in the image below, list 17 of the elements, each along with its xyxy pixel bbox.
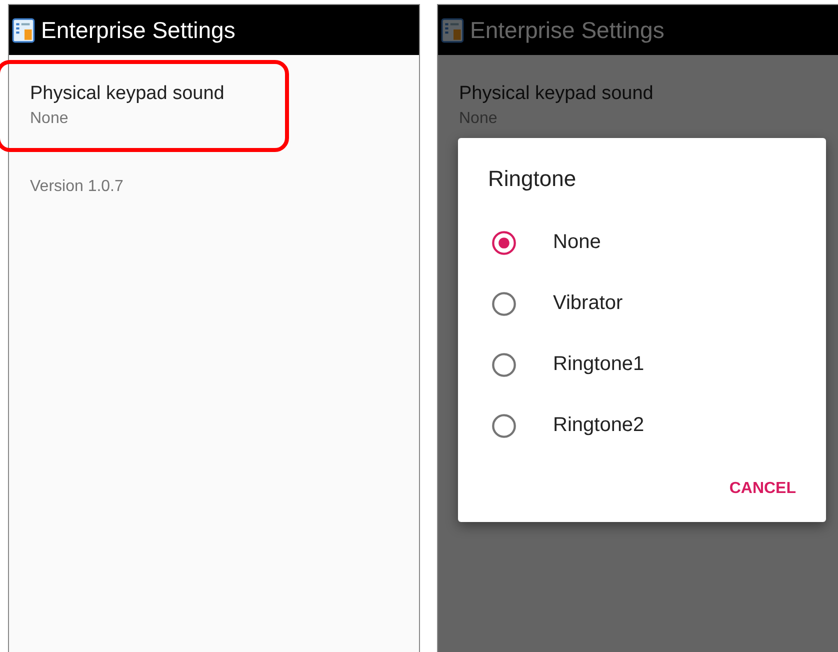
radio-button[interactable] xyxy=(491,412,517,438)
radio-button[interactable] xyxy=(491,230,517,256)
preference-summary: None xyxy=(30,110,70,128)
option-label[interactable]: Ringtone1 xyxy=(553,353,644,376)
version-text: Version 1.0.7 xyxy=(30,178,124,196)
preference-title[interactable]: Physical keypad sound xyxy=(30,83,398,105)
radio-button[interactable] xyxy=(491,352,517,378)
app-icon xyxy=(441,18,466,42)
cancel-button[interactable]: CANCEL xyxy=(729,472,796,506)
option-label[interactable]: Vibrator xyxy=(553,292,623,315)
app-icon xyxy=(12,18,37,42)
dialog-title: Ringtone xyxy=(488,166,578,192)
radio-button[interactable] xyxy=(491,290,517,316)
option-label[interactable]: None xyxy=(553,231,601,254)
app-title: Enterprise Settings xyxy=(41,16,236,44)
option-label[interactable]: Ringtone2 xyxy=(553,414,644,437)
app-title: Enterprise Settings xyxy=(470,16,664,44)
